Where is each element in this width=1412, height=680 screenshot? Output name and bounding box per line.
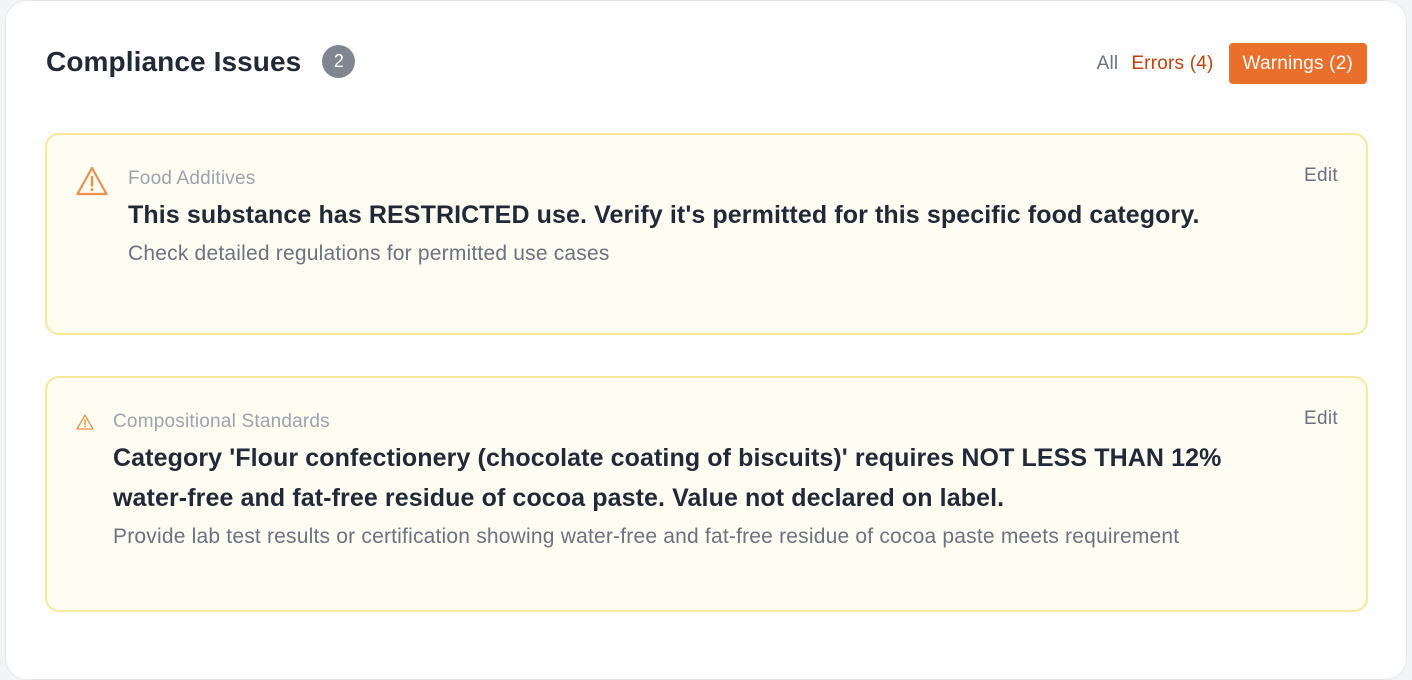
issue-card: Compositional Standards Category 'Flour … [45,376,1368,612]
issue-filter-tabs: All Errors (4) Warnings (2) [1094,43,1367,84]
issue-hint: Check detailed regulations for permitted… [128,242,610,265]
filter-errors[interactable]: Errors (4) [1128,53,1216,75]
issue-count-badge: 2 [322,45,356,78]
warning-triangle-icon [76,414,94,430]
issue-message: This substance has RESTRICTED use. Verif… [128,201,1200,229]
panel-header: Compliance Issues 2 [46,45,356,78]
issue-category: Compositional Standards [113,411,330,432]
warning-triangle-icon [76,166,108,196]
issue-content: Compositional Standards Category 'Flour … [113,410,1263,554]
compliance-panel: Compliance Issues 2 All Errors (4) Warni… [5,0,1407,680]
edit-button[interactable]: Edit [1304,408,1338,430]
filter-all[interactable]: All [1094,53,1122,75]
page-title: Compliance Issues [46,45,302,77]
issue-message: Category 'Flour confectionery (chocolate… [113,444,1222,512]
edit-button[interactable]: Edit [1304,165,1338,187]
issue-hint: Provide lab test results or certificatio… [113,525,1180,548]
issue-category: Food Additives [128,168,256,189]
issue-content: Food Additives This substance has RESTRI… [128,167,1238,271]
issue-card: Food Additives This substance has RESTRI… [45,133,1368,335]
filter-warnings[interactable]: Warnings (2) [1228,43,1367,84]
